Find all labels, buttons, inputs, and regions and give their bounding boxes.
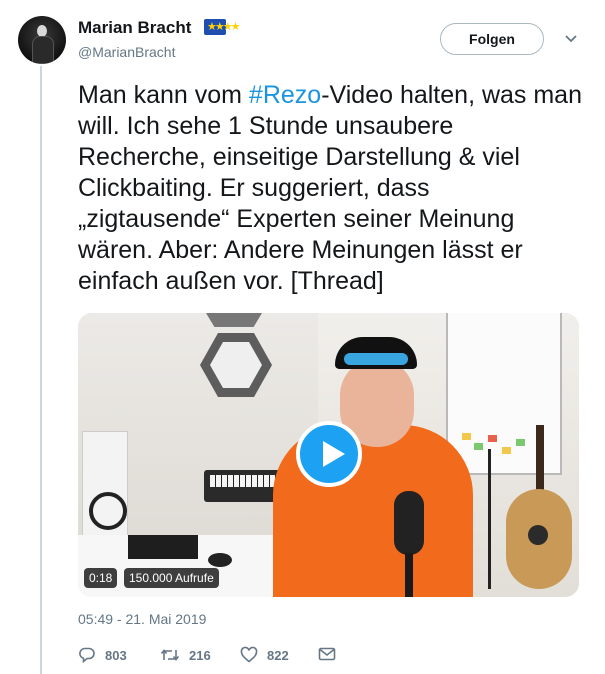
video-microphone [394,491,424,555]
video-synth [128,535,198,559]
hashtag-link[interactable]: #Rezo [249,81,321,109]
direct-message-button[interactable] [318,646,345,662]
tweet-timestamp[interactable]: 05:49 - 21. Mai 2019 [78,611,206,627]
user-handle[interactable]: @MarianBracht [78,44,175,60]
video-mic-stand [405,553,413,597]
video-guitar [506,489,572,589]
thread-line [40,66,42,674]
reply-icon [79,647,95,664]
chevron-down-icon[interactable] [563,32,579,46]
follow-button[interactable]: Folgen [440,23,544,55]
like-button[interactable]: 822 [240,646,289,664]
video-view-count: 150.000 Aufrufe [124,568,219,588]
tweet-text: Man kann vom #Rezo-Video halten, was man… [78,80,583,297]
video-guitar-neck [536,425,544,497]
reply-count: 803 [105,647,127,663]
reply-button[interactable]: 803 [78,646,127,664]
like-count: 822 [267,647,289,663]
video-person-hair [344,353,408,365]
avatar-body [32,36,54,64]
video-duration: 0:18 [84,568,118,588]
tweet-text-rest: -Video halten, was man will. Ich sehe 1 … [78,81,589,295]
avatar[interactable] [18,16,66,64]
heart-icon [240,646,258,663]
tweet-text-start: Man kann vom [78,81,249,109]
play-icon[interactable] [296,421,362,487]
retweet-icon [160,649,180,661]
eu-flag-icon: ★★★★ [204,19,240,35]
retweet-button[interactable]: 216 [160,646,211,664]
retweet-count: 216 [189,647,211,663]
display-name[interactable]: Marian Bracht [78,18,191,38]
video-shelf [206,313,262,327]
envelope-icon [318,647,336,661]
video-mouse [208,553,232,567]
